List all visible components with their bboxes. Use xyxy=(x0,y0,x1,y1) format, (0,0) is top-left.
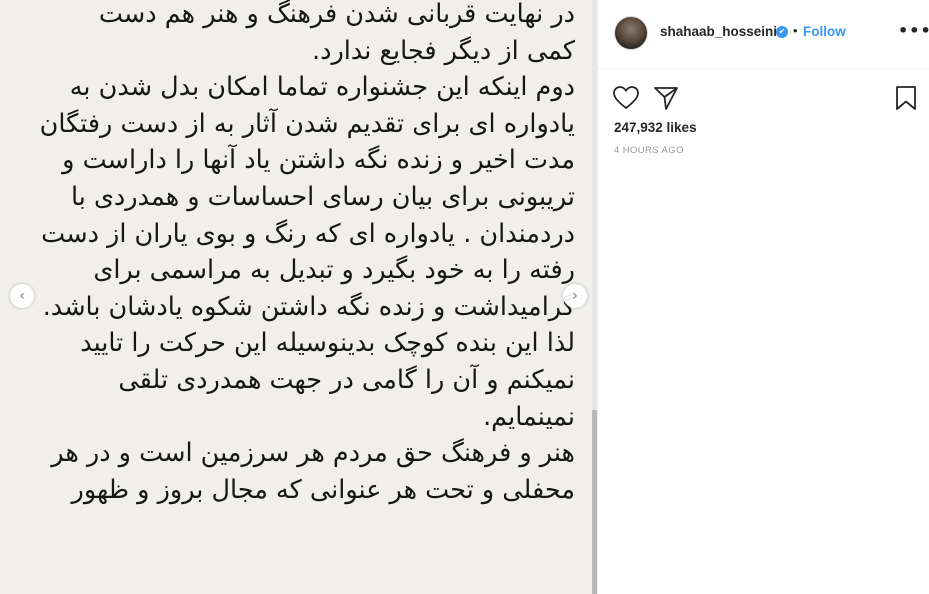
more-options-icon[interactable]: ••• xyxy=(898,21,929,40)
username-link[interactable]: shahaab_hosseini xyxy=(660,24,777,39)
share-icon[interactable] xyxy=(652,84,680,112)
post-side-panel: shahaab_hosseini ✔ • Follow ••• 247,932 … xyxy=(597,0,929,594)
post-image-text: در نهایت قربانی شدن فرهنگ و هنر هم دست کم… xyxy=(14,0,575,508)
post-timestamp[interactable]: 4 HOURS AGO xyxy=(614,145,684,156)
image-text-line: محفلی و تحت هر عنوانی که مجال بروز و ظهو… xyxy=(71,474,576,505)
post-actions xyxy=(598,84,929,112)
image-text-line: رفته را به خود بگیرد و تبدیل به مراسمی ب… xyxy=(93,255,575,286)
image-text-line: کمی از دیگر فجایع ندارد. xyxy=(312,35,575,66)
heart-icon[interactable] xyxy=(612,84,640,112)
image-text-line: دردمندان . یادواره ای که رنگ و بوی یاران… xyxy=(41,218,575,249)
post-media[interactable]: در نهایت قربانی شدن فرهنگ و هنر هم دست کم… xyxy=(0,0,597,594)
image-text-line: در نهایت قربانی شدن فرهنگ و هنر هم دست xyxy=(98,0,575,29)
image-text-line: گرامیداشت و زنده نگه داشتن شکوه یادشان ب… xyxy=(42,291,575,322)
chevron-left-icon[interactable]: ‹ xyxy=(10,284,34,308)
likes-count[interactable]: 247,932 likes xyxy=(614,120,697,135)
chevron-right-icon[interactable]: › xyxy=(563,284,587,308)
avatar[interactable] xyxy=(614,16,648,50)
image-text-line: یادواره ای برای تقدیم شدن آثار به از دست… xyxy=(39,108,575,139)
follow-button[interactable]: Follow xyxy=(803,24,846,39)
bookmark-icon[interactable] xyxy=(892,84,920,112)
image-text-line: هنر و فرهنگ حق مردم هر سرزمین است و در ه… xyxy=(51,438,575,469)
image-text-line: نمیکنم و آن را گامی در جهت همدردی تلقی xyxy=(118,364,575,395)
post-header: shahaab_hosseini ✔ • Follow ••• xyxy=(598,0,929,69)
verified-badge-icon: ✔ xyxy=(776,26,788,38)
image-text-line: دوم اینکه این جشنواره تماما امکان بدل شد… xyxy=(69,72,575,103)
image-text-line: لذا این بنده کوچک بدینوسیله این حرکت را … xyxy=(80,328,575,359)
image-text-line: مدت اخیر و زنده نگه داشتن یاد آنها را دا… xyxy=(62,145,575,176)
image-text-line: تریبونی برای بیان رسای احساسات و همدردی … xyxy=(70,181,575,212)
image-text-line: نمینمایم. xyxy=(483,401,575,432)
separator-dot: • xyxy=(793,23,798,38)
